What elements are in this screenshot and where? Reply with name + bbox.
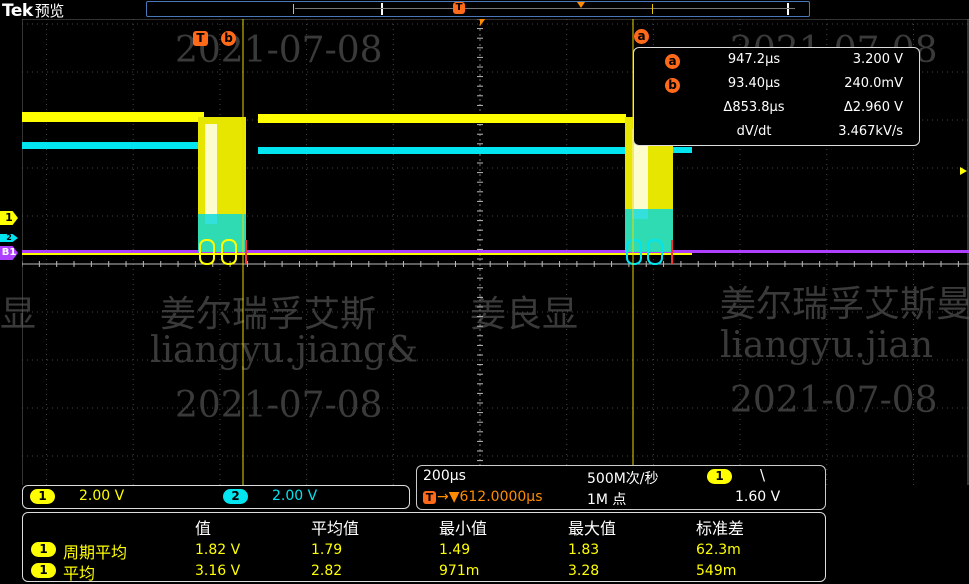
meas-row1-badge[interactable]: 1 (31, 542, 56, 557)
trigger-position-arrow[interactable] (474, 19, 486, 26)
cursor-delta-volt: Δ2.960 V (843, 100, 903, 115)
cursor-b-icon: b (665, 78, 680, 93)
trigger-level-arrow[interactable] (960, 167, 967, 175)
cursor-b-marker[interactable]: b (221, 31, 236, 46)
ch1-burst-core (205, 124, 217, 224)
meas-row1-mean: 1.79 (311, 542, 343, 558)
bus-b1-marker[interactable]: B1 (0, 246, 18, 260)
cursor-slope-row: dV/dt 3.467kV/s (634, 124, 919, 144)
record-tick (652, 4, 653, 14)
cursor-delta-time: Δ853.8μs (723, 100, 785, 115)
meas-row2-value: 3.16 V (195, 563, 241, 579)
cursor-b-volt: 240.0mV (844, 76, 903, 91)
cursor-slope-value: 3.467kV/s (838, 124, 903, 139)
meas-row1-stddev: 62.3m (696, 542, 741, 558)
meas-row2-badge[interactable]: 1 (31, 563, 56, 578)
oscilloscope-screen: 2021-07-08 2021-07-08 姜尔瑞孚艾斯 姜良显 姜尔瑞孚艾斯曼… (0, 0, 969, 584)
brand-name: Tek (2, 1, 33, 21)
sample-rate-value: 500M次/秒 (587, 471, 659, 487)
record-trigger-icon: T (453, 2, 465, 14)
trigger-level-value[interactable]: 1.60 V (735, 489, 780, 505)
record-position-icon (577, 2, 585, 8)
record-tick (293, 4, 294, 14)
ch2-high-segment (22, 142, 204, 149)
meas-row2-stddev: 549m (696, 563, 737, 579)
cursor-readout-panel[interactable]: a 947.2μs 3.200 V b 93.40μs 240.0mV Δ853… (633, 47, 920, 146)
ch2-badge[interactable]: 2 (223, 489, 248, 504)
trigger-position-value[interactable]: →▼612.0000μs (437, 489, 543, 505)
trigger-position-icon: T (423, 491, 436, 504)
cursor-a-volt: 3.200 V (852, 52, 903, 67)
record-window[interactable] (381, 3, 789, 15)
meas-header-value: 值 (195, 519, 212, 538)
acquisition-panel[interactable]: 200μs 500M次/秒 1 \ T →▼612.0000μs 1M 点 1.… (416, 465, 826, 510)
meas-header-stddev: 标准差 (696, 519, 745, 538)
ch1-baseline (22, 253, 692, 255)
cursor-delta-row: Δ853.8μs Δ2.960 V (634, 100, 919, 120)
cursor-b-row: b 93.40μs 240.0mV (634, 76, 919, 96)
meas-row1-max: 1.83 (568, 542, 600, 558)
mode-label: 预览 (34, 2, 65, 20)
cursor-a-marker[interactable]: a (634, 29, 649, 44)
cursor-slope-label: dV/dt (736, 124, 772, 139)
meas-row2-label[interactable]: 平均 (63, 560, 95, 584)
cursor-b-time: 93.40μs (727, 76, 781, 91)
bus-b1-trace (22, 250, 969, 253)
cursor-a-time: 947.2μs (727, 52, 781, 67)
ch1-high-segment (258, 114, 626, 123)
ch2-offset-marker[interactable]: 2 (0, 234, 18, 242)
meas-header-mean: 平均值 (311, 519, 360, 538)
ch1-badge[interactable]: 1 (30, 489, 55, 504)
trigger-marker-icon[interactable]: T (193, 31, 208, 46)
ch2-scale[interactable]: 2.00 V (272, 488, 317, 504)
channel-scale-panel[interactable]: 1 2.00 V 2 2.00 V (22, 485, 410, 509)
trigger-source-badge[interactable]: 1 (707, 469, 732, 484)
meas-row2-mean: 2.82 (311, 563, 343, 579)
meas-row1-min: 1.49 (439, 542, 471, 558)
ch1-offset-marker[interactable]: 1 (0, 211, 18, 225)
trigger-slope-icon[interactable]: \ (760, 466, 765, 484)
ch2-high-segment (258, 147, 626, 154)
meas-row2-min: 971m (439, 563, 480, 579)
record-length-value[interactable]: 1M 点 (587, 489, 626, 509)
record-view-bar[interactable]: T (146, 1, 810, 17)
cursor-a-icon: a (665, 54, 680, 69)
ch1-scale[interactable]: 2.00 V (79, 488, 124, 504)
record-midline (295, 8, 795, 9)
timebase-value[interactable]: 200μs (423, 468, 466, 484)
cursor-a-row: a 947.2μs 3.200 V (634, 52, 919, 72)
meas-header-max: 最大值 (568, 519, 617, 538)
measurement-panel[interactable]: 值 平均值 最小值 最大值 标准差 1 周期平均 1.82 V 1.79 1.4… (22, 512, 826, 584)
meas-row2-max: 3.28 (568, 563, 600, 579)
meas-header-min: 最小值 (439, 519, 488, 538)
ch1-high-segment (22, 112, 204, 122)
meas-row1-value: 1.82 V (195, 542, 241, 558)
brand-logo: Tek 预览 (2, 0, 64, 21)
